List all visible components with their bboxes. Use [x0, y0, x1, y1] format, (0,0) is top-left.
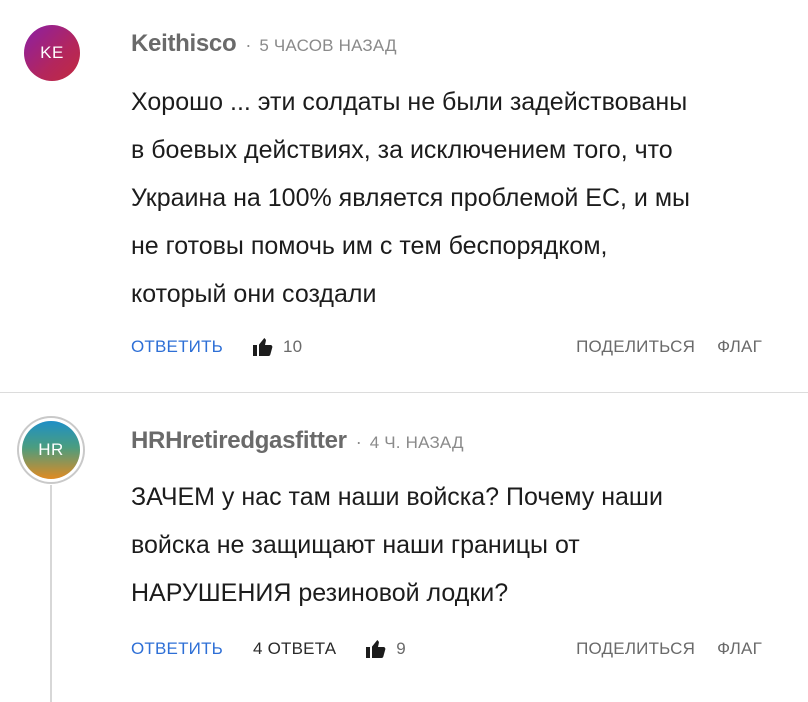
avatar[interactable]: HR: [22, 421, 80, 479]
comment-line: Хорошо ... эти солдаты не были задейство…: [131, 88, 688, 116]
comment-line: не готовы помочь им с тем беспорядком,: [131, 232, 608, 260]
comment-1: KE Keithisco · 5 часов назад Хорошо ... …: [0, 0, 808, 392]
comment-text: ЗАЧЕМ у нас там наши войска? Почему наши…: [131, 473, 781, 617]
avatar-initials: KE: [40, 43, 64, 62]
like-button[interactable]: 10: [251, 335, 302, 359]
comment-line: войска не защищают наши границы от: [131, 531, 580, 559]
flag-button[interactable]: Флаг: [717, 337, 762, 357]
avatar[interactable]: KE: [24, 25, 80, 81]
comment-line: ЗАЧЕМ у нас там наши войска? Почему наши: [131, 483, 663, 511]
thumbs-up-icon: [366, 640, 386, 658]
like-count: 9: [396, 639, 406, 658]
timestamp: 4 ч. назад: [369, 433, 464, 452]
share-button[interactable]: Поделиться: [576, 337, 695, 357]
avatar-initials: HR: [38, 440, 64, 459]
comment-line: НАРУШЕНИЯ резиновой лодки?: [131, 579, 509, 607]
thread-line: [50, 485, 52, 702]
comment-actions: Ответить 4 ответа 9 Поделиться Флаг: [131, 637, 762, 661]
meta-separator: ·: [355, 432, 362, 452]
comment-2: HR HRHretiredgasfitter · 4 ч. назад ЗАЧЕ…: [0, 393, 808, 702]
reply-button[interactable]: Ответить: [131, 639, 223, 659]
comment-actions: Ответить 10 Поделиться Флаг: [131, 335, 762, 359]
thumbs-up-icon: [253, 338, 273, 356]
author-name[interactable]: HRHretiredgasfitter: [131, 427, 347, 455]
reply-button[interactable]: Ответить: [131, 337, 223, 357]
comment-line: который они создали: [131, 280, 377, 308]
comment-meta: HRHretiredgasfitter · 4 ч. назад: [131, 427, 464, 455]
comment-line: Украина на 100% является проблемой ЕС, и…: [131, 184, 690, 212]
share-button[interactable]: Поделиться: [576, 639, 695, 659]
like-count: 10: [283, 337, 303, 356]
comment-line: в боевых действиях, за исключением того,…: [131, 136, 673, 164]
meta-separator: ·: [245, 35, 252, 55]
comment-text: Хорошо ... эти солдаты не были задейство…: [131, 78, 781, 318]
author-name[interactable]: Keithisco: [131, 30, 237, 58]
replies-toggle[interactable]: 4 ответа: [253, 639, 336, 659]
like-button[interactable]: 9: [364, 637, 406, 661]
comment-meta: Keithisco · 5 часов назад: [131, 30, 397, 58]
timestamp: 5 часов назад: [259, 36, 397, 55]
flag-button[interactable]: Флаг: [717, 639, 762, 659]
comments-page: KE Keithisco · 5 часов назад Хорошо ... …: [0, 0, 808, 702]
